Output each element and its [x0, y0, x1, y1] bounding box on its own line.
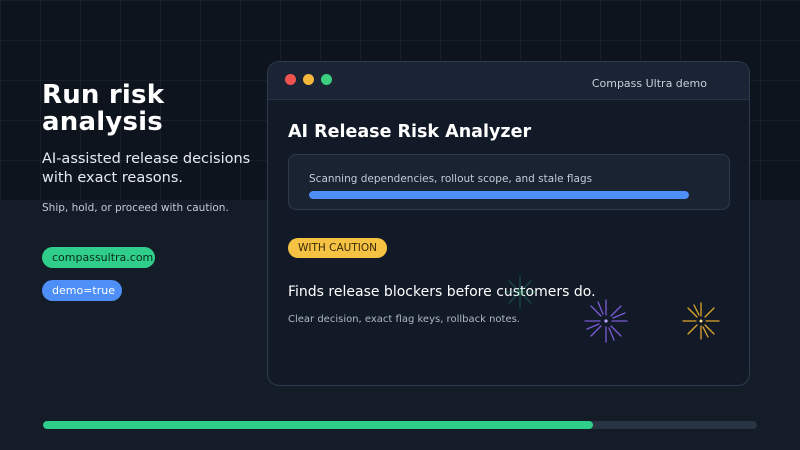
- scan-progress-bar: [309, 191, 689, 199]
- sparkle-icon: [584, 299, 628, 343]
- finding-title: Finds release blockers before customers …: [288, 284, 596, 300]
- domain-pill[interactable]: compassultra.com: [42, 247, 155, 268]
- window-titlebar: Compass Ultra demo: [268, 62, 749, 100]
- app-title: AI Release Risk Analyzer: [288, 122, 532, 142]
- sparkle-icon: [682, 302, 720, 340]
- hero-section: Run risk analysis AI-assisted release de…: [42, 80, 262, 215]
- scan-status-card: Scanning dependencies, rollout scope, an…: [288, 154, 730, 210]
- maximize-dot-icon[interactable]: [321, 74, 332, 85]
- scan-progress-fill: [309, 191, 689, 199]
- hero-note: Ship, hold, or proceed with caution.: [42, 202, 229, 214]
- hero-title: Run risk analysis: [42, 80, 165, 137]
- close-dot-icon[interactable]: [285, 74, 296, 85]
- sparkle-icon: [503, 275, 537, 309]
- finding-subtitle: Clear decision, exact flag keys, rollbac…: [288, 314, 520, 325]
- hero-subtitle: AI-assisted release decisions with exact…: [42, 151, 251, 186]
- presentation-progress-bar: [43, 421, 757, 429]
- presentation-progress-fill: [43, 421, 593, 429]
- window-title: Compass Ultra demo: [591, 77, 707, 90]
- demo-pill[interactable]: demo=true: [42, 280, 122, 301]
- scan-status-text: Scanning dependencies, rollout scope, an…: [309, 173, 593, 185]
- demo-window: Compass Ultra demo AI Release Risk Analy…: [267, 61, 750, 386]
- minimize-dot-icon[interactable]: [303, 74, 314, 85]
- decision-badge: WITH CAUTION: [288, 238, 387, 258]
